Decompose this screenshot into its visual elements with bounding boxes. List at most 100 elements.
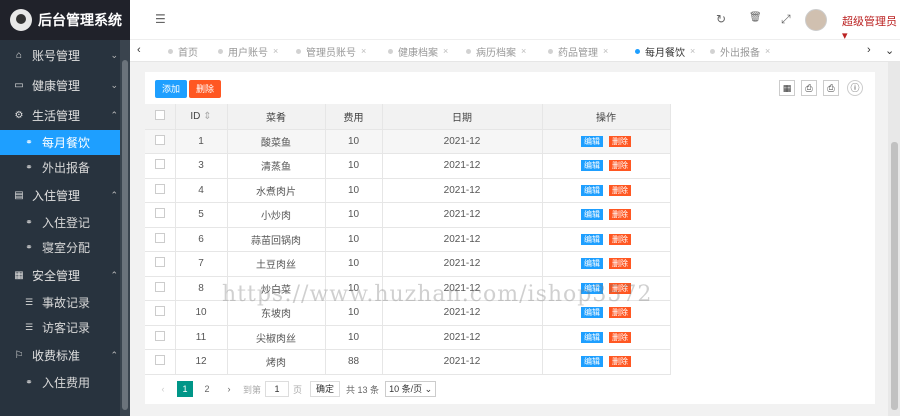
tab-0[interactable]: 首页 — [168, 40, 198, 62]
content-scrollbar[interactable] — [888, 62, 900, 416]
sidebar-item-7[interactable]: ⚭ 寝室分配 — [0, 235, 130, 260]
row-delete-button[interactable]: 删除 — [609, 184, 631, 196]
row-delete-button[interactable]: 删除 — [609, 258, 631, 270]
row-delete-button[interactable]: 删除 — [609, 307, 631, 319]
row-delete-button[interactable]: 删除 — [609, 233, 631, 245]
avatar[interactable] — [805, 9, 827, 31]
row-select-cell[interactable] — [145, 202, 176, 228]
prev-page-icon[interactable]: ‹ — [155, 381, 171, 397]
edit-button[interactable]: 编辑 — [581, 331, 603, 343]
close-icon[interactable]: × — [765, 46, 770, 56]
export-icon[interactable]: ⎙ — [801, 80, 817, 96]
row-checkbox[interactable] — [154, 159, 165, 170]
tab-menu-chevron-icon[interactable]: ⌄ — [885, 44, 894, 57]
tab-2[interactable]: 管理员账号 × — [296, 40, 366, 62]
row-delete-button[interactable]: 删除 — [609, 356, 631, 368]
row-checkbox[interactable] — [154, 208, 165, 219]
row-select-cell[interactable] — [145, 251, 176, 277]
row-delete-button[interactable]: 删除 — [609, 135, 631, 147]
sidebar-item-6[interactable]: ⚭ 入住登记 — [0, 210, 130, 235]
columns-filter-icon[interactable]: ▦ — [779, 80, 795, 96]
row-checkbox[interactable] — [154, 134, 165, 145]
menu-toggle-icon[interactable]: ☰ — [155, 12, 166, 26]
refresh-icon[interactable]: ↻ — [716, 12, 726, 26]
edit-button[interactable]: 编辑 — [581, 209, 603, 221]
table-row[interactable]: 12 烤肉 88 2021-12 编辑 删除 — [145, 349, 671, 375]
info-icon[interactable]: ⓘ — [847, 80, 863, 96]
sidebar-group-0[interactable]: ⌂ 账号管理 ⌄ — [0, 40, 130, 70]
edit-button[interactable]: 编辑 — [581, 356, 603, 368]
table-row[interactable]: 5 小炒肉 10 2021-12 编辑 删除 — [145, 202, 671, 228]
close-icon[interactable]: × — [361, 46, 366, 56]
sidebar-item-12[interactable]: ⚭ 入住费用 — [0, 370, 130, 395]
row-select-cell[interactable] — [145, 129, 176, 154]
edit-button[interactable]: 编辑 — [581, 184, 603, 196]
row-select-cell[interactable] — [145, 153, 176, 179]
add-button[interactable]: 添加 — [155, 80, 188, 98]
page-size-select[interactable]: 10 条/页 ⌄ — [385, 381, 437, 397]
sidebar-item-10[interactable]: ☰ 访客记录 — [0, 315, 130, 340]
row-select-cell[interactable] — [145, 325, 176, 350]
close-icon[interactable]: × — [521, 46, 526, 56]
sidebar-group-11[interactable]: ⚐ 收费标准 ⌃ — [0, 340, 130, 370]
fullscreen-icon[interactable]: ⤢ — [781, 12, 791, 27]
row-delete-button[interactable]: 删除 — [609, 209, 631, 221]
next-page-icon[interactable]: › — [221, 381, 237, 397]
tab-6[interactable]: 每月餐饮 × — [635, 40, 695, 62]
select-all-checkbox[interactable] — [154, 109, 165, 120]
sidebar-group-5[interactable]: ▤ 入住管理 ⌃ — [0, 180, 130, 210]
row-select-cell[interactable] — [145, 276, 176, 301]
table-row[interactable]: 6 蒜苗回锅肉 10 2021-12 编辑 删除 — [145, 227, 671, 252]
edit-button[interactable]: 编辑 — [581, 160, 603, 172]
close-icon[interactable]: × — [690, 46, 695, 56]
tab-3[interactable]: 健康档案 × — [388, 40, 448, 62]
sidebar-item-9[interactable]: ☰ 事故记录 — [0, 290, 130, 315]
delete-button[interactable]: 删除 — [189, 80, 222, 98]
tab-7[interactable]: 外出报备 × — [710, 40, 770, 62]
sort-icon[interactable]: ⇕ — [203, 111, 211, 122]
edit-button[interactable]: 编辑 — [581, 258, 603, 270]
page-2[interactable]: 2 — [199, 381, 215, 397]
row-checkbox[interactable] — [154, 330, 165, 341]
goto-page-input[interactable]: 1 — [265, 381, 290, 397]
row-checkbox[interactable] — [154, 281, 165, 292]
row-select-cell[interactable] — [145, 349, 176, 375]
sidebar-group-8[interactable]: ▦ 安全管理 ⌃ — [0, 260, 130, 290]
tab-1[interactable]: 用户账号 × — [218, 40, 278, 62]
table-row[interactable]: 7 土豆肉丝 10 2021-12 编辑 删除 — [145, 251, 671, 277]
goto-confirm-button[interactable]: 确定 — [310, 381, 341, 397]
row-select-cell[interactable] — [145, 227, 176, 252]
tab-4[interactable]: 病历档案 × — [466, 40, 526, 62]
page-1[interactable]: 1 — [177, 381, 193, 397]
select-all-cell[interactable] — [145, 104, 176, 130]
row-checkbox[interactable] — [154, 232, 165, 243]
edit-button[interactable]: 编辑 — [581, 307, 603, 319]
col-id[interactable]: ID ⇕ — [175, 104, 228, 130]
table-row[interactable]: 1 酸菜鱼 10 2021-12 编辑 删除 — [145, 129, 671, 154]
row-select-cell[interactable] — [145, 178, 176, 203]
row-delete-button[interactable]: 删除 — [609, 331, 631, 343]
edit-button[interactable]: 编辑 — [581, 135, 603, 147]
trash-icon[interactable]: 🗑 — [749, 12, 762, 23]
table-row[interactable]: 4 水煮肉片 10 2021-12 编辑 删除 — [145, 178, 671, 203]
sidebar-item-3[interactable]: ⚭ 每月餐饮 — [0, 130, 130, 155]
table-row[interactable]: 3 清蒸鱼 10 2021-12 编辑 删除 — [145, 153, 671, 179]
row-checkbox[interactable] — [154, 257, 165, 268]
close-icon[interactable]: × — [273, 46, 278, 56]
sidebar-group-1[interactable]: ▭ 健康管理 ⌄ — [0, 70, 130, 100]
close-icon[interactable]: × — [443, 46, 448, 56]
row-select-cell[interactable] — [145, 300, 176, 326]
sidebar-scrollbar[interactable] — [120, 40, 130, 416]
user-menu[interactable]: 超级管理员 ▾ — [842, 13, 900, 42]
edit-button[interactable]: 编辑 — [581, 233, 603, 245]
sidebar-item-4[interactable]: ⚭ 外出报备 — [0, 155, 130, 180]
table-row[interactable]: 11 尖椒肉丝 10 2021-12 编辑 删除 — [145, 325, 671, 350]
tab-5[interactable]: 药品管理 × — [548, 40, 608, 62]
print-icon[interactable]: ⎙ — [823, 80, 839, 96]
row-checkbox[interactable] — [154, 306, 165, 317]
sidebar-group-2[interactable]: ⚙ 生活管理 ⌃ — [0, 100, 130, 130]
close-icon[interactable]: × — [603, 46, 608, 56]
row-checkbox[interactable] — [154, 355, 165, 366]
tab-prev-icon[interactable]: ‹ — [137, 44, 141, 56]
row-delete-button[interactable]: 删除 — [609, 160, 631, 172]
